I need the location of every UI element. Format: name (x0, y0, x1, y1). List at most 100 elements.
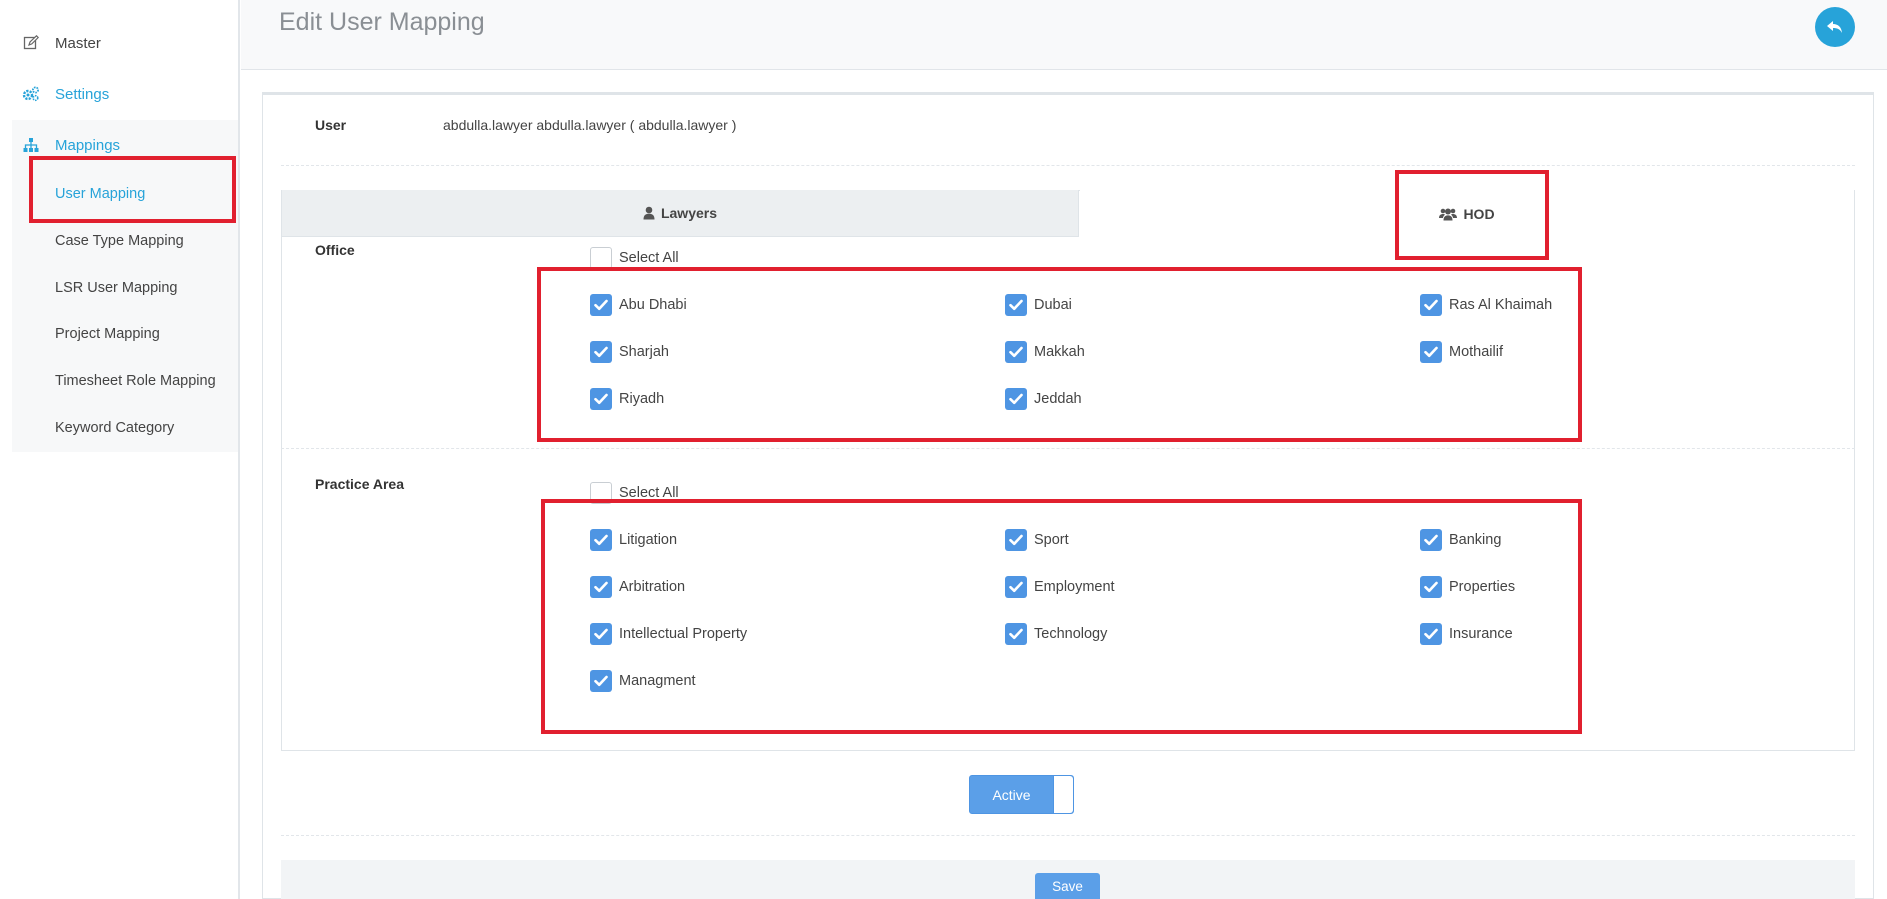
user-label: User (315, 117, 347, 133)
checkbox[interactable] (590, 247, 612, 269)
toggle-knob (1053, 776, 1073, 813)
practice-area-option[interactable]: Sport (1005, 529, 1069, 551)
checkbox[interactable] (590, 670, 612, 692)
page-title: Edit User Mapping (279, 8, 485, 36)
office-option[interactable]: Riyadh (590, 388, 664, 410)
sidebar-subitem-project-mapping[interactable]: Project Mapping (55, 326, 160, 342)
checkbox-label: Select All (619, 250, 679, 266)
checkbox-label: Employment (1034, 579, 1115, 595)
office-option[interactable]: Dubai (1005, 294, 1072, 316)
office-select-all[interactable]: Select All (590, 247, 679, 269)
checkbox-label: Technology (1034, 626, 1108, 642)
tab-hod[interactable]: HOD (1080, 190, 1854, 237)
checkbox[interactable] (1420, 341, 1442, 363)
page-header: Edit User Mapping (241, 0, 1887, 70)
practice-area-option[interactable]: Arbitration (590, 576, 685, 598)
tabs-container (281, 190, 1855, 751)
checkbox-label: Ras Al Khaimah (1449, 297, 1553, 313)
divider (281, 835, 1855, 836)
office-option[interactable]: Jeddah (1005, 388, 1082, 410)
gears-icon (22, 85, 40, 103)
sidebar-subitem-lsr-user-mapping[interactable]: LSR User Mapping (55, 280, 178, 296)
save-button[interactable]: Save (1035, 873, 1100, 899)
checkbox[interactable] (590, 294, 612, 316)
practice-area-option[interactable]: Intellectual Property (590, 623, 747, 645)
check-icon (594, 675, 608, 687)
checkbox-label: Mothailif (1449, 344, 1503, 360)
check-icon (1009, 393, 1023, 405)
checkbox[interactable] (1005, 576, 1027, 598)
toggle-label: Active (992, 786, 1031, 803)
checkbox[interactable] (590, 623, 612, 645)
practice-area-option[interactable]: Banking (1420, 529, 1501, 551)
checkbox[interactable] (1420, 294, 1442, 316)
checkbox-label: Riyadh (619, 391, 665, 407)
practice-area-option[interactable]: Properties (1420, 576, 1515, 598)
back-button[interactable] (1815, 7, 1855, 47)
check-icon (1424, 628, 1438, 640)
checkbox[interactable] (1005, 623, 1027, 645)
sidebar-item-settings[interactable]: Settings (0, 69, 238, 119)
check-icon (1009, 628, 1023, 640)
check-icon (594, 581, 608, 593)
checkbox[interactable] (1005, 294, 1027, 316)
sitemap-icon (22, 136, 40, 154)
practice-area-option[interactable]: Litigation (590, 529, 677, 551)
checkbox[interactable] (1420, 623, 1442, 645)
check-icon (594, 299, 608, 311)
office-option[interactable]: Ras Al Khaimah (1420, 294, 1552, 316)
check-icon (594, 393, 608, 405)
checkbox[interactable] (590, 576, 612, 598)
practice-area-option[interactable]: Managment (590, 670, 696, 692)
practice-area-select-all[interactable]: Select All (590, 482, 679, 504)
tab-label: HOD (1463, 205, 1495, 222)
checkbox-label: Jeddah (1034, 391, 1082, 407)
office-option[interactable]: Sharjah (590, 341, 669, 363)
checkbox[interactable] (1420, 576, 1442, 598)
sidebar-subitem-user-mapping[interactable]: User Mapping (55, 186, 145, 202)
practice-area-option[interactable]: Technology (1005, 623, 1107, 645)
checkbox[interactable] (590, 529, 612, 551)
check-icon (594, 628, 608, 640)
divider (281, 448, 1855, 449)
user-icon (643, 206, 655, 220)
practice-area-option[interactable]: Employment (1005, 576, 1115, 598)
check-icon (594, 534, 608, 546)
checkbox-label: Litigation (619, 532, 678, 548)
check-icon (1424, 346, 1438, 358)
checkbox[interactable] (1005, 341, 1027, 363)
checkbox-label: Makkah (1034, 344, 1085, 360)
checkbox-label: Sport (1034, 532, 1069, 548)
check-icon (594, 346, 608, 358)
check-icon (1424, 299, 1438, 311)
sidebar-item-master[interactable]: Master (0, 18, 238, 68)
check-icon (1009, 346, 1023, 358)
divider (281, 165, 1855, 166)
checkbox[interactable] (1005, 529, 1027, 551)
office-label: Office (315, 242, 355, 258)
sidebar-item-label: Mappings (55, 136, 121, 154)
checkbox-label: Dubai (1034, 297, 1072, 313)
active-toggle[interactable]: Active (969, 775, 1074, 814)
reply-icon (1827, 21, 1842, 33)
office-option[interactable]: Makkah (1005, 341, 1085, 363)
checkbox[interactable] (590, 482, 612, 504)
checkbox[interactable] (590, 341, 612, 363)
checkbox-label: Abu Dhabi (619, 297, 687, 313)
sidebar-item-label: Settings (55, 85, 110, 103)
office-option[interactable]: Abu Dhabi (590, 294, 687, 316)
tab-lawyers[interactable]: Lawyers (282, 190, 1079, 237)
practice-area-label: Practice Area (315, 476, 404, 492)
sidebar-subitem-case-type-mapping[interactable]: Case Type Mapping (55, 233, 184, 249)
practice-area-option[interactable]: Insurance (1420, 623, 1513, 645)
sidebar-item-label: Master (55, 34, 101, 52)
check-icon (1009, 581, 1023, 593)
check-icon (1009, 534, 1023, 546)
office-option[interactable]: Mothailif (1420, 341, 1503, 363)
checkbox[interactable] (1420, 529, 1442, 551)
sidebar-item-mappings[interactable]: Mappings (0, 120, 238, 170)
checkbox[interactable] (1005, 388, 1027, 410)
sidebar-subitem-keyword-category[interactable]: Keyword Category (55, 420, 174, 436)
sidebar-subitem-timesheet-role-mapping[interactable]: Timesheet Role Mapping (55, 373, 216, 389)
checkbox[interactable] (590, 388, 612, 410)
